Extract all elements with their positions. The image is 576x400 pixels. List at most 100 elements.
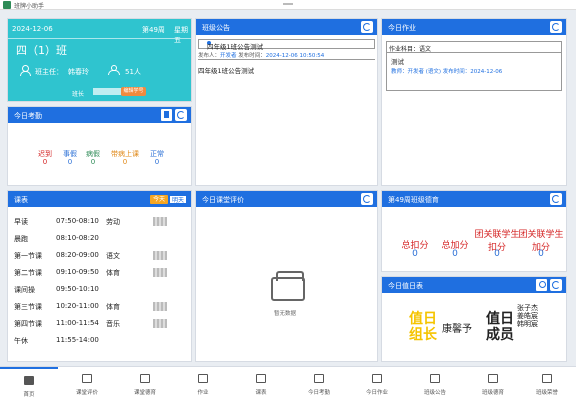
homework-meta: 教师：开发者 (语文) 发布时间：2024-12-06 <box>391 69 503 75</box>
period-time: 07:50-08:10 <box>56 217 99 225</box>
moral-score-title: 第49周班级德育 <box>388 196 439 204</box>
list-icon <box>256 374 266 383</box>
period-name: 午休 <box>14 337 28 345</box>
duty-leader-label: 值日组长 <box>409 311 437 343</box>
divider <box>387 52 561 53</box>
tab-label: 课表 <box>255 390 267 396</box>
book-icon <box>140 374 150 383</box>
period-subject: 体育 <box>106 269 120 277</box>
edit-monitor-button[interactable]: 编辑学号 <box>121 87 146 96</box>
period-subject: 音乐 <box>106 320 120 328</box>
period-subject: 劳动 <box>106 218 120 226</box>
attendance-title: 今日考勤 <box>14 112 42 120</box>
date-text: 2024-12-06 <box>12 25 53 33</box>
app-title: 班牌小助手 <box>14 3 45 10</box>
home-icon <box>24 376 34 385</box>
refresh-icon[interactable] <box>361 193 373 205</box>
notice-panel: 班级公告 四年级1班公告测试 发布人：开发者 发布时间：2024-12-06 1… <box>195 18 378 186</box>
notice-item[interactable]: 四年级1班公告测试 <box>198 39 375 51</box>
tab-home[interactable]: 首页 <box>0 367 58 400</box>
weekday-text: 星期五 <box>174 26 188 44</box>
tab-label: 班级荣誉 <box>535 390 558 396</box>
tab-notice[interactable]: 班级公告 <box>406 367 464 400</box>
period-name: 第三节课 <box>14 303 42 311</box>
tab-class-evaluation[interactable]: 课堂评价 <box>58 367 116 400</box>
tab-class-honor[interactable]: 班级荣誉 <box>518 367 576 400</box>
period-subject: 语文 <box>106 252 120 260</box>
tab-attendance[interactable]: 今日考勤 <box>290 367 348 400</box>
homework-panel: 今日作业 作业科目：语文 测试 教师：开发者 (语文) 发布时间：2024-12… <box>381 18 567 186</box>
stat-sick-leave-value: 0 <box>90 158 96 166</box>
period-name: 早读 <box>14 218 28 226</box>
refresh-icon[interactable] <box>550 193 562 205</box>
tab-label: 课堂德育 <box>133 390 156 396</box>
tab-label: 今日作业 <box>365 390 388 396</box>
notice-title: 班级公告 <box>202 24 230 32</box>
duty-member: 张子杰 <box>517 304 538 312</box>
schedule-panel: 课表 今天 明天 早读 07:50-08:10 劳动 晨跑 08:10-08:20 第… <box>7 190 192 362</box>
tab-schedule[interactable]: 课表 <box>232 367 290 400</box>
pen-icon <box>372 374 382 383</box>
period-name: 第二节课 <box>14 269 42 277</box>
duty-member-label: 值日成员 <box>486 311 514 343</box>
search-icon <box>82 374 92 383</box>
evaluation-title: 今日课堂评价 <box>202 196 244 204</box>
duty-leader-name: 康馨予 <box>442 324 472 335</box>
teacher-name-blurred <box>153 268 167 277</box>
homework-title: 今日作业 <box>388 24 416 32</box>
tab-label: 班级公告 <box>423 390 446 396</box>
tab-label: 首页 <box>23 392 35 398</box>
calendar-icon <box>314 374 324 383</box>
today-tab[interactable]: 今天 <box>150 195 168 204</box>
head-teacher-name: 韩春玲 <box>68 68 89 76</box>
attendance-panel: 今日考勤 迟到 0 事假 0 病假 0 带病上课 0 正常 0 <box>7 106 192 186</box>
student-deduct-value: 0 <box>494 249 500 259</box>
megaphone-icon <box>430 374 440 383</box>
tab-label: 班级德育 <box>481 390 504 396</box>
stat-normal-value: 0 <box>154 158 160 166</box>
tree-icon <box>488 374 498 383</box>
refresh-icon[interactable] <box>175 109 187 121</box>
refresh-icon[interactable] <box>550 279 562 291</box>
stat-sick-attend-value: 0 <box>122 158 128 166</box>
duty-header: 今日值日表 <box>382 277 566 293</box>
schedule-title: 课表 <box>14 196 28 204</box>
duty-title: 今日值日表 <box>388 282 423 290</box>
tab-today-homework[interactable]: 今日作业 <box>348 367 406 400</box>
total-add-value: 0 <box>452 249 458 259</box>
tab-homework[interactable]: 作业 <box>174 367 232 400</box>
tab-class-moral-score[interactable]: 班级德育 <box>464 367 522 400</box>
empty-text: 暂无数据 <box>274 311 297 317</box>
moral-score-header: 第49周班级德育 <box>382 191 566 207</box>
book-icon[interactable] <box>161 109 172 121</box>
teacher-name-blurred <box>153 251 167 260</box>
teacher-icon <box>20 65 31 76</box>
refresh-icon[interactable] <box>550 21 562 33</box>
class-name: 四（1）班 <box>16 44 67 57</box>
tab-label: 今日考勤 <box>307 390 330 396</box>
refresh-icon[interactable] <box>361 21 373 33</box>
divider <box>198 59 375 60</box>
moral-score-panel: 第49周班级德育 总扣分 0 总加分 0 团关联学生扣分 0 团关联学生加分 0 <box>381 190 567 272</box>
user-icon[interactable] <box>536 279 547 291</box>
schedule-row: 午休 11:55-14:00 <box>8 334 191 348</box>
duty-member-list: 张子杰 姜皓宸 韩明宸 <box>517 304 538 328</box>
tomorrow-tab[interactable]: 明天 <box>169 195 187 204</box>
notice-item-title: 四年级1班公告测试 <box>207 43 264 51</box>
tab-class-moral[interactable]: 课堂德育 <box>116 367 174 400</box>
homework-item[interactable]: 作业科目：语文 测试 教师：开发者 (语文) 发布时间：2024-12-06 <box>386 41 562 91</box>
period-time: 08:20-09:00 <box>56 251 99 259</box>
drag-handle[interactable] <box>283 3 293 5</box>
gear-icon <box>542 374 552 383</box>
evaluation-panel: 今日课堂评价 暂无数据 <box>195 190 378 362</box>
students-icon <box>108 65 120 75</box>
duty-member: 姜皓宸 <box>517 312 538 320</box>
period-time: 08:10-08:20 <box>56 234 99 242</box>
teacher-name-blurred <box>153 217 167 226</box>
student-count: 51人 <box>125 68 141 76</box>
monitor-label: 班长 <box>72 91 85 98</box>
tab-label: 作业 <box>197 390 209 396</box>
monitor-name-blurred <box>93 88 121 95</box>
schedule-row: 第一节课 08:20-09:00 语文 <box>8 249 191 263</box>
schedule-header: 课表 今天 明天 <box>8 191 191 207</box>
